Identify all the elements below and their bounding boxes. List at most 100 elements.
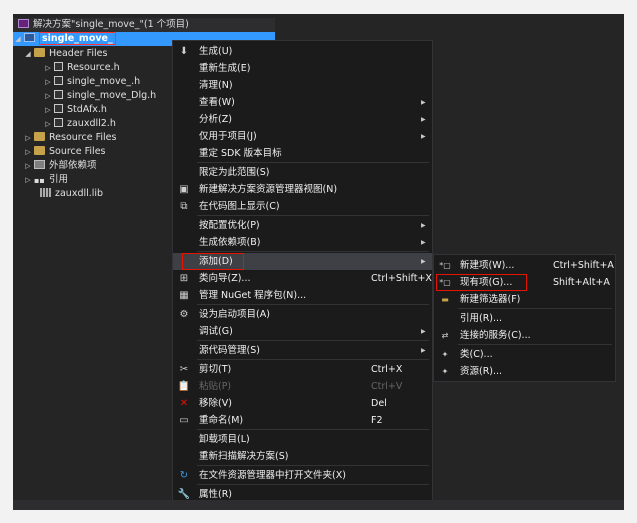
horizontal-scrollbar[interactable] [13, 500, 624, 510]
folder-icon [34, 146, 45, 155]
references-node[interactable]: ▷ ▪▪ 引用 [23, 173, 68, 187]
menu-item-7[interactable]: 重定 SDK 版本目标 [173, 145, 432, 162]
collapse-arrow-icon[interactable]: ▷ [43, 61, 53, 75]
menu-item-24[interactable]: 重新扫描解决方案(S) [173, 448, 432, 465]
menu-item-12[interactable]: 生成依赖项(B) ▶ [173, 234, 432, 251]
add-submenu-item-6[interactable]: ✦ 类(C)... [434, 346, 615, 363]
add-submenu-item-4[interactable]: 引用(R)... [434, 310, 615, 327]
connected-service-icon: ⇄ [441, 331, 449, 340]
file-label: StdAfx.h [67, 104, 107, 115]
submenu-arrow-icon: ▶ [421, 116, 426, 123]
menu-item-label: 设为启动项目(A) [199, 309, 270, 320]
project-icon [24, 33, 35, 42]
menu-item-label: 重新扫描解决方案(S) [199, 451, 289, 462]
menu-item-label: 重新生成(E) [199, 63, 251, 74]
file-item[interactable]: ▷ single_move_.h [43, 75, 140, 89]
file-item[interactable]: ▷ zauxdll2.h [43, 117, 116, 131]
menu-item-8[interactable]: 限定为此范围(S) [173, 164, 432, 181]
menu-item-6[interactable]: 仅用于项目(J) ▶ [173, 128, 432, 145]
menu-separator [197, 340, 429, 341]
menu-item-label: 分析(Z) [199, 114, 232, 125]
menu-item-shortcut: Ctrl+Shift+X [371, 273, 432, 284]
menu-item-label: 在代码图上显示(C) [199, 201, 280, 212]
menu-item-19[interactable]: ✂ 剪切(T) Ctrl+X [173, 361, 432, 378]
collapse-arrow-icon[interactable]: ▷ [23, 131, 33, 145]
menu-item-label: 管理 NuGet 程序包(N)... [199, 290, 307, 301]
collapse-arrow-icon[interactable]: ▷ [23, 145, 33, 159]
cut-icon: ✂ [179, 364, 189, 375]
menu-separator [197, 162, 429, 163]
external-dependencies[interactable]: ▷ 外部依赖项 [23, 159, 97, 173]
file-item[interactable]: ▷ Resource.h [43, 61, 120, 75]
lib-file[interactable]: zauxdll.lib [39, 187, 103, 201]
folder-resource-files[interactable]: ▷ Resource Files [23, 131, 116, 145]
folder-source-files[interactable]: ▷ Source Files [23, 145, 106, 159]
file-label: Resource.h [67, 62, 120, 73]
rename-icon: ▭ [179, 415, 189, 426]
submenu-arrow-icon: ▶ [421, 347, 426, 354]
menu-item-18[interactable]: 源代码管理(S) ▶ [173, 342, 432, 359]
expand-arrow-icon[interactable]: ◢ [13, 32, 23, 46]
menu-item-17[interactable]: 调试(G) ▶ [173, 323, 432, 340]
menu-item-label: 仅用于项目(J) [199, 131, 257, 142]
folder-header-files[interactable]: ◢ Header Files [23, 47, 107, 61]
menu-item-23[interactable]: 卸载项目(L) [173, 431, 432, 448]
add-submenu-item-3[interactable]: ▬ 新建筛选器(F) [434, 291, 615, 308]
collapse-arrow-icon[interactable]: ▷ [43, 75, 53, 89]
solution-label: 解决方案"single_move_"(1 个项目) [33, 19, 189, 30]
menu-item-9[interactable]: ▣ 新建解决方案资源管理器视图(N) [173, 181, 432, 198]
menu-item-label: 类向导(Z)... [199, 273, 251, 284]
menu-item-label: 生成(U) [199, 46, 233, 57]
menu-item-label: 重定 SDK 版本目标 [199, 148, 282, 159]
add-submenu-item-5[interactable]: ⇄ 连接的服务(C)... [434, 327, 615, 344]
menu-separator [197, 484, 429, 485]
menu-item-label: 按配置优化(P) [199, 220, 260, 231]
solution-node[interactable]: 解决方案"single_move_"(1 个项目) [13, 18, 275, 32]
menu-item-1[interactable]: ⬇ 生成(U) [173, 43, 432, 60]
expand-arrow-icon[interactable]: ◢ [23, 47, 33, 61]
menu-item-shortcut: Shift+Alt+A [553, 277, 610, 288]
build-icon: ⬇ [179, 46, 189, 57]
menu-item-label: 粘贴(P) [199, 381, 232, 392]
menu-item-16[interactable]: ⚙ 设为启动项目(A) [173, 306, 432, 323]
file-item[interactable]: ▷ StdAfx.h [43, 103, 107, 117]
menu-separator [197, 251, 429, 252]
folder-icon [34, 132, 45, 141]
project-label: single_move_ [39, 32, 116, 45]
add-submenu-item-1[interactable]: *▢ 新建项(W)... Ctrl+Shift+A [434, 257, 615, 274]
folder-label: 外部依赖项 [49, 160, 97, 171]
menu-item-4[interactable]: 查看(W) ▶ [173, 94, 432, 111]
collapse-arrow-icon[interactable]: ▷ [43, 103, 53, 117]
menu-item-25[interactable]: ↻ 在文件资源管理器中打开文件夹(X) [173, 467, 432, 484]
menu-separator [197, 359, 429, 360]
menu-separator [197, 304, 429, 305]
menu-item-21[interactable]: ✕ 移除(V) Del [173, 395, 432, 412]
menu-item-15[interactable]: ▦ 管理 NuGet 程序包(N)... [173, 287, 432, 304]
library-icon [40, 188, 51, 197]
menu-item-11[interactable]: 按配置优化(P) ▶ [173, 217, 432, 234]
menu-item-label: 新建项(W)... [460, 260, 515, 271]
menu-item-5[interactable]: 分析(Z) ▶ [173, 111, 432, 128]
menu-item-10[interactable]: ⧉ 在代码图上显示(C) [173, 198, 432, 215]
collapse-arrow-icon[interactable]: ▷ [23, 159, 33, 173]
menu-separator [458, 344, 612, 345]
add-submenu-item-7[interactable]: ✦ 资源(R)... [434, 363, 615, 380]
menu-item-20[interactable]: 📋 粘贴(P) Ctrl+V [173, 378, 432, 395]
menu-item-3[interactable]: 清理(N) [173, 77, 432, 94]
file-label: zauxdll.lib [55, 188, 104, 199]
menu-separator [197, 465, 429, 466]
menu-item-22[interactable]: ▭ 重命名(M) F2 [173, 412, 432, 429]
menu-item-14[interactable]: ⊞ 类向导(Z)... Ctrl+Shift+X [173, 270, 432, 287]
file-item[interactable]: ▷ single_move_Dlg.h [43, 89, 156, 103]
file-label: zauxdll2.h [67, 118, 116, 129]
collapse-arrow-icon[interactable]: ▷ [43, 117, 53, 131]
class-wizard-icon: ⊞ [179, 273, 189, 284]
menu-item-2[interactable]: 重新生成(E) [173, 60, 432, 77]
submenu-arrow-icon: ▶ [421, 239, 426, 246]
collapse-arrow-icon[interactable]: ▷ [23, 173, 33, 187]
menu-item-label: 生成依赖项(B) [199, 237, 261, 248]
collapse-arrow-icon[interactable]: ▷ [43, 89, 53, 103]
header-file-icon [54, 104, 63, 113]
menu-item-label: 查看(W) [199, 97, 235, 108]
folder-label: Resource Files [49, 132, 117, 143]
